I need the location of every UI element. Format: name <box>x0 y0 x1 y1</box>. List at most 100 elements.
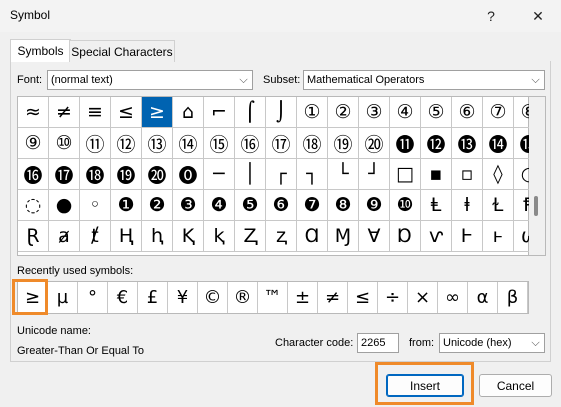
symbol-cell[interactable]: ❾ <box>359 190 390 221</box>
symbol-cell[interactable]: ❼ <box>297 190 328 221</box>
symbol-cell[interactable]: ⌡ <box>266 97 297 128</box>
recent-symbol-cell[interactable]: £ <box>138 282 168 313</box>
from-dropdown[interactable]: Unicode (hex) ⌵ <box>439 333 545 353</box>
symbol-cell[interactable]: ⱥ <box>49 221 80 252</box>
symbol-cell[interactable]: ② <box>328 97 359 128</box>
recent-symbol-cell[interactable]: ° <box>78 282 108 313</box>
symbol-cell[interactable]: Ɐ <box>359 221 390 252</box>
symbol-cell[interactable]: ┐ <box>297 159 328 190</box>
recent-symbol-cell[interactable]: ¥ <box>168 282 198 313</box>
symbol-cell[interactable]: ● <box>49 190 80 221</box>
symbol-cell[interactable]: ❸ <box>173 190 204 221</box>
symbol-cell[interactable]: ⑩ <box>49 128 80 159</box>
symbol-cell[interactable]: └ <box>328 159 359 190</box>
symbol-cell[interactable]: ─ <box>204 159 235 190</box>
symbol-cell[interactable]: ⓴ <box>142 159 173 190</box>
recent-symbol-cell[interactable]: ± <box>288 282 318 313</box>
symbol-cell[interactable]: ⓰ <box>18 159 49 190</box>
symbol-cell[interactable]: ◦ <box>80 190 111 221</box>
symbol-cell[interactable]: ❺ <box>235 190 266 221</box>
recent-symbol-cell[interactable]: β <box>498 282 528 313</box>
help-button[interactable]: ? <box>468 0 514 32</box>
symbol-cell[interactable]: ⑯ <box>235 128 266 159</box>
recent-symbol-cell[interactable]: ÷ <box>378 282 408 313</box>
symbol-cell[interactable]: ≠ <box>49 97 80 128</box>
recent-symbol-cell[interactable]: ∞ <box>438 282 468 313</box>
symbol-cell[interactable]: ⑦ <box>483 97 514 128</box>
recent-symbol-cell[interactable]: α <box>468 282 498 313</box>
symbol-cell[interactable]: ≥ <box>142 97 173 128</box>
recent-symbol-cell[interactable]: ≠ <box>318 282 348 313</box>
symbol-cell[interactable]: ⓮ <box>483 128 514 159</box>
symbol-cell[interactable]: ⓱ <box>49 159 80 190</box>
recent-symbol-cell[interactable]: ® <box>228 282 258 313</box>
symbol-cell[interactable]: Ɽ <box>18 221 49 252</box>
symbol-cell[interactable]: Ⱨ <box>111 221 142 252</box>
symbol-cell[interactable]: Ɫ <box>483 190 514 221</box>
symbol-cell[interactable]: ⱪ <box>204 221 235 252</box>
symbol-cell[interactable]: ⑥ <box>452 97 483 128</box>
symbol-cell[interactable]: Ɑ <box>297 221 328 252</box>
symbol-cell[interactable]: □ <box>390 159 421 190</box>
symbol-cell[interactable]: ⑲ <box>328 128 359 159</box>
symbol-cell[interactable]: │ <box>235 159 266 190</box>
subset-dropdown[interactable]: Mathematical Operators ⌵ <box>303 70 545 90</box>
symbol-cell[interactable]: Ⱬ <box>235 221 266 252</box>
symbol-cell[interactable]: ◌ <box>18 190 49 221</box>
symbol-cell[interactable]: ⱡ <box>452 190 483 221</box>
symbol-cell[interactable]: Ⱶ <box>452 221 483 252</box>
symbol-cell[interactable]: ⓳ <box>111 159 142 190</box>
symbol-cell[interactable]: ⓲ <box>80 159 111 190</box>
symbol-cell[interactable]: ≈ <box>18 97 49 128</box>
symbol-cell[interactable]: ⑭ <box>173 128 204 159</box>
symbol-cell[interactable]: ❽ <box>328 190 359 221</box>
symbol-cell[interactable]: ≡ <box>80 97 111 128</box>
symbol-cell[interactable]: ┌ <box>266 159 297 190</box>
symbol-cell[interactable]: ⑱ <box>297 128 328 159</box>
symbol-cell[interactable]: ⱨ <box>142 221 173 252</box>
symbol-cell[interactable]: ◊ <box>483 159 514 190</box>
symbol-cell[interactable]: ⑪ <box>80 128 111 159</box>
cancel-button[interactable]: Cancel <box>479 374 552 397</box>
symbol-cell[interactable]: ┘ <box>359 159 390 190</box>
character-code-input[interactable]: 2265 <box>357 333 399 353</box>
symbol-cell[interactable]: ① <box>297 97 328 128</box>
symbol-cell[interactable]: ⱶ <box>483 221 514 252</box>
symbol-cell[interactable]: ⑰ <box>266 128 297 159</box>
symbol-cell[interactable]: Ⱪ <box>173 221 204 252</box>
symbol-cell[interactable]: ⱱ <box>421 221 452 252</box>
recent-symbol-cell[interactable]: ™ <box>258 282 288 313</box>
symbol-cell[interactable]: ⑬ <box>142 128 173 159</box>
scrollbar-thumb[interactable] <box>534 196 538 216</box>
symbol-cell[interactable]: ⓿ <box>173 159 204 190</box>
symbol-cell[interactable]: ❶ <box>111 190 142 221</box>
symbol-cell[interactable]: ⱦ <box>80 221 111 252</box>
symbol-cell[interactable]: ⱬ <box>266 221 297 252</box>
symbol-cell[interactable]: Ɒ <box>390 221 421 252</box>
symbol-cell[interactable]: ❻ <box>266 190 297 221</box>
symbol-cell[interactable]: ⓫ <box>390 128 421 159</box>
symbol-cell[interactable]: ⓬ <box>421 128 452 159</box>
symbol-cell[interactable]: ≤ <box>111 97 142 128</box>
symbol-cell[interactable]: ⑳ <box>359 128 390 159</box>
symbol-cell[interactable]: ⌐ <box>204 97 235 128</box>
recent-symbol-cell[interactable]: µ <box>48 282 78 313</box>
symbol-cell[interactable]: ▫ <box>452 159 483 190</box>
recent-symbol-cell[interactable]: © <box>198 282 228 313</box>
symbol-cell[interactable]: ⑤ <box>421 97 452 128</box>
symbol-cell[interactable]: ⑮ <box>204 128 235 159</box>
symbol-grid-scrollbar[interactable] <box>529 96 546 256</box>
symbol-cell[interactable]: ⑨ <box>18 128 49 159</box>
tab-special-characters[interactable]: Special Characters <box>69 40 175 62</box>
symbol-cell[interactable]: ❿ <box>390 190 421 221</box>
tab-symbols[interactable]: Symbols <box>10 39 71 62</box>
insert-button[interactable]: Insert <box>386 374 464 397</box>
symbol-cell[interactable]: ⌂ <box>173 97 204 128</box>
symbol-cell[interactable]: ④ <box>390 97 421 128</box>
recent-symbol-cell[interactable]: € <box>108 282 138 313</box>
symbol-cell[interactable]: Ⱡ <box>421 190 452 221</box>
symbol-cell[interactable]: ❷ <box>142 190 173 221</box>
symbol-cell[interactable]: Ɱ <box>328 221 359 252</box>
symbol-cell[interactable]: ▪ <box>421 159 452 190</box>
symbol-cell[interactable]: ⑫ <box>111 128 142 159</box>
